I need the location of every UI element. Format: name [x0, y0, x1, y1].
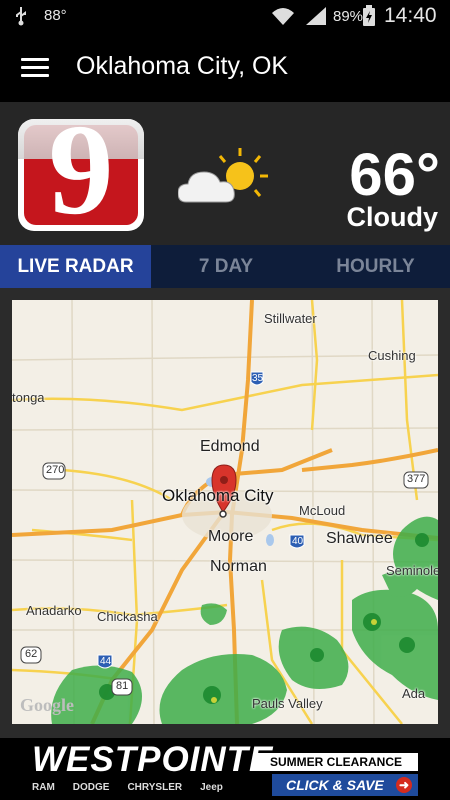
ad-event-box: SUMMER CLEARANCE EVENT CLICK & SAVE ➜: [254, 741, 418, 797]
map-label-cushing: Cushing: [368, 348, 416, 363]
ad-event-title: SUMMER CLEARANCE EVENT: [254, 753, 418, 787]
menu-icon[interactable]: [21, 58, 49, 78]
station-logo-number: 9: [48, 119, 114, 231]
map-label-seminole: Seminole: [386, 563, 438, 578]
map-label-mcloud: McLoud: [299, 503, 346, 518]
shield-i44: 44: [100, 656, 112, 667]
current-conditions: 9 66° Cloudy: [0, 102, 450, 245]
map-label-pauls-valley: Pauls Valley: [252, 696, 323, 711]
map-label-ada: Ada: [402, 686, 426, 701]
battery-percent: 89%: [333, 8, 364, 25]
ad-make-ram: RAM: [32, 782, 55, 793]
location-title[interactable]: Oklahoma City, OK: [76, 52, 288, 81]
ad-makes: RAM DODGE CHRYSLER Jeep: [32, 782, 262, 793]
shield-i40: 40: [292, 536, 304, 547]
tab-7-day[interactable]: 7 DAY: [151, 245, 301, 288]
tab-hourly[interactable]: HOURLY: [301, 245, 450, 288]
map-label-anadarko: Anadarko: [26, 603, 82, 618]
status-temperature: 88°: [44, 7, 67, 24]
tab-live-radar[interactable]: LIVE RADAR: [0, 245, 151, 288]
signal-icon: [305, 6, 327, 31]
current-temperature: 66°: [349, 141, 440, 208]
map-label-norman: Norman: [210, 558, 267, 575]
usb-icon: [14, 6, 28, 31]
shield-us270: 270: [46, 464, 65, 476]
google-logo: Google: [20, 695, 74, 715]
ad-cta-button[interactable]: CLICK & SAVE ➜: [272, 774, 418, 796]
map-label-edmond: Edmond: [200, 438, 260, 455]
tab-bar: LIVE RADAR 7 DAY HOURLY: [0, 245, 450, 288]
map-roads: [12, 300, 438, 724]
clock: 14:40: [384, 4, 437, 27]
ad-brand: WESTPOINTE: [32, 740, 274, 779]
ad-make-dodge: DODGE: [72, 782, 110, 793]
map-label-chickasha: Chickasha: [97, 609, 158, 624]
shield-us62: 62: [25, 648, 38, 660]
wifi-icon: [270, 5, 296, 32]
status-bar: 88° 89% 14:40: [0, 0, 450, 32]
battery-icon: [362, 5, 376, 32]
ad-make-jeep: Jeep: [200, 782, 223, 793]
shield-us377: 377: [407, 473, 426, 485]
partly-cloudy-icon: [177, 146, 270, 211]
arrow-right-icon: ➜: [396, 777, 412, 793]
map-label-oklahoma-city: Oklahoma City: [162, 486, 274, 505]
shield-i35: 35: [252, 373, 264, 384]
radar-map[interactable]: Stillwater Cushing tonga Edmond Oklahoma…: [12, 300, 438, 724]
map-label-shawnee: Shawnee: [326, 530, 393, 547]
map-label-tonga: tonga: [12, 390, 45, 405]
shield-us81: 81: [116, 680, 129, 692]
map-label-stillwater: Stillwater: [264, 311, 317, 326]
ad-cta-label: CLICK & SAVE: [286, 777, 384, 793]
map-label-moore: Moore: [208, 528, 254, 545]
current-condition: Cloudy: [346, 202, 439, 232]
ad-make-chrysler: CHRYSLER: [127, 782, 183, 793]
ad-banner[interactable]: WESTPOINTE RAM DODGE CHRYSLER Jeep SUMME…: [0, 738, 450, 800]
app-bar: Oklahoma City, OK: [0, 32, 450, 102]
station-logo: 9: [18, 119, 144, 231]
